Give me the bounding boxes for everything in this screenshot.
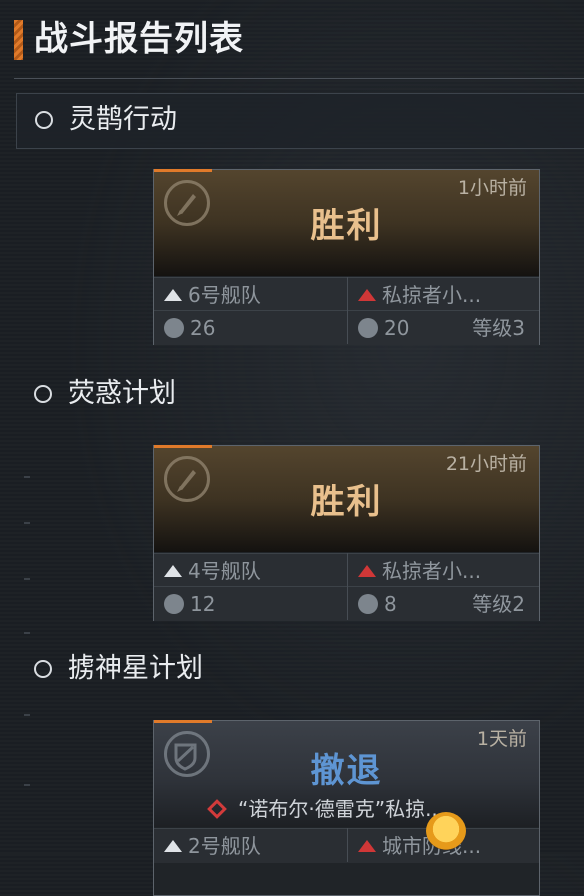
ally-fleet-label: 4号舰队 bbox=[188, 559, 261, 583]
ally-count: 12 bbox=[164, 587, 340, 621]
red-chevron-icon bbox=[358, 839, 376, 852]
ally-count-value: 12 bbox=[190, 592, 216, 616]
battle-result: 胜利 bbox=[310, 482, 383, 522]
chevron-up-icon bbox=[164, 839, 182, 852]
section-title: 灵鹊行动 bbox=[69, 104, 177, 135]
watermark-logo-icon bbox=[426, 812, 466, 850]
cell-divider bbox=[347, 553, 348, 620]
section-header-2[interactable]: 荧惑计划 bbox=[16, 368, 584, 422]
site-watermark bbox=[420, 808, 584, 854]
battle-report-card-2[interactable]: 21小时前 胜利 4号舰队 私掠者小... 12 8 等级2 bbox=[153, 445, 540, 621]
section-header-1[interactable]: 灵鹊行动 bbox=[16, 93, 584, 149]
ally-fleet: 4号舰队 bbox=[164, 554, 340, 588]
report-time: 21小时前 bbox=[445, 453, 527, 475]
red-chevron-icon bbox=[358, 288, 376, 301]
ally-fleet: 2号舰队 bbox=[164, 829, 340, 863]
radio-icon bbox=[34, 385, 52, 403]
ally-fleet: 6号舰队 bbox=[164, 278, 340, 312]
ally-fleet-label: 6号舰队 bbox=[188, 283, 261, 307]
card-top: 21小时前 胜利 bbox=[154, 445, 539, 552]
fleet-count-icon bbox=[164, 317, 184, 338]
enemy-fleet: 私掠者小... bbox=[358, 554, 533, 588]
red-chevron-icon bbox=[358, 564, 376, 577]
card-accent-tick bbox=[154, 169, 212, 172]
fleet-count-icon bbox=[164, 593, 184, 614]
section-title: 掳神星计划 bbox=[68, 653, 203, 684]
chevron-up-icon bbox=[164, 564, 182, 577]
enemy-count: 8 等级2 bbox=[358, 587, 533, 621]
enemy-level: 等级2 bbox=[472, 592, 525, 616]
card-accent-tick bbox=[154, 720, 212, 723]
ally-fleet-label: 2号舰队 bbox=[188, 834, 261, 858]
battle-report-card-1[interactable]: 1小时前 胜利 6号舰队 私掠者小... 26 20 等级3 bbox=[153, 169, 540, 345]
page-title: 战斗报告列表 bbox=[34, 19, 244, 59]
cell-divider bbox=[347, 277, 348, 344]
card-top: 1小时前 胜利 bbox=[154, 169, 539, 276]
red-diamond-icon bbox=[207, 799, 227, 819]
battle-result: 胜利 bbox=[310, 206, 383, 246]
page-header: 战斗报告列表 bbox=[0, 0, 584, 79]
section-header-3[interactable]: 掳神星计划 bbox=[16, 643, 584, 697]
cell-divider bbox=[347, 828, 348, 862]
enemy-fleet: 私掠者小... bbox=[358, 278, 533, 312]
section-title: 荧惑计划 bbox=[68, 378, 176, 409]
header-divider bbox=[14, 78, 584, 79]
enemy-count-value: 8 bbox=[384, 592, 397, 616]
card-accent-tick bbox=[154, 445, 212, 448]
radio-icon bbox=[34, 660, 52, 678]
fleet-count-icon bbox=[358, 317, 378, 338]
enemy-count-value: 20 bbox=[384, 316, 410, 340]
chevron-up-icon bbox=[164, 288, 182, 301]
radio-icon bbox=[35, 111, 53, 129]
enemy-level: 等级3 bbox=[472, 316, 525, 340]
report-time: 1小时前 bbox=[457, 177, 527, 199]
ally-count: 26 bbox=[164, 311, 340, 345]
enemy-count: 20 等级3 bbox=[358, 311, 533, 345]
ally-count-value: 26 bbox=[190, 316, 216, 340]
title-accent-bar bbox=[14, 20, 23, 60]
fleet-count-icon bbox=[358, 593, 378, 614]
battle-result: 撤退 bbox=[310, 751, 383, 791]
enemy-fleet-label: 私掠者小... bbox=[382, 559, 482, 583]
enemy-fleet-label: 私掠者小... bbox=[382, 283, 482, 307]
enemy-subtitle-text: “诺布尔·德雷克”私掠... bbox=[238, 797, 445, 821]
